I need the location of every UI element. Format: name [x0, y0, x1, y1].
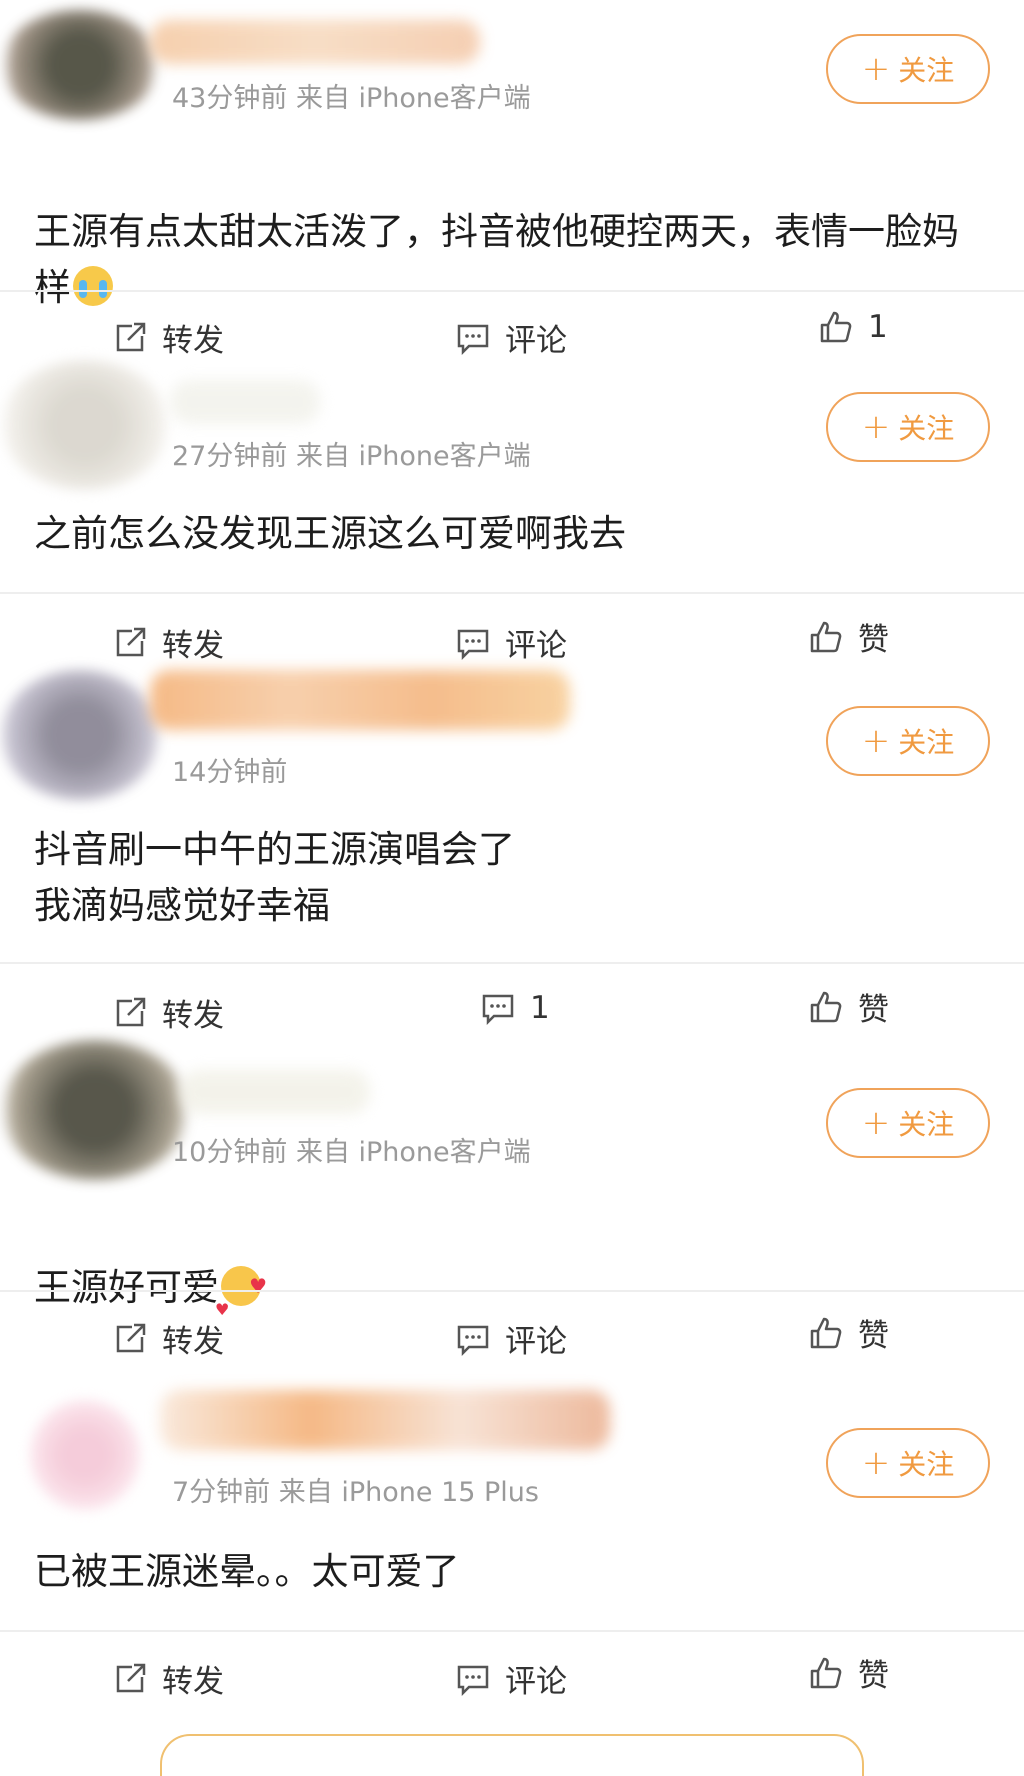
username-redacted[interactable] [180, 1070, 370, 1114]
post-text: 王源有点太甜太活泼了，抖音被他硬控两天，表情一脸妈样 [34, 210, 959, 309]
repost-icon [116, 1323, 146, 1352]
plus-icon: + [861, 721, 891, 761]
comment-button[interactable]: 评论 [455, 620, 567, 665]
avatar[interactable] [0, 360, 170, 490]
like-label: 赞 [858, 1658, 889, 1694]
comment-button[interactable]: 1 [480, 990, 550, 1026]
comment-icon [482, 994, 514, 1026]
post-content: 之前怎么没发现王源这么可爱啊我去 [34, 512, 626, 555]
follow-button[interactable]: + 关注 [826, 1428, 990, 1498]
like-label: 赞 [858, 992, 889, 1028]
username-redacted[interactable] [150, 20, 480, 64]
follow-button[interactable]: + 关注 [826, 34, 990, 104]
repost-button[interactable]: 转发 [112, 620, 224, 665]
like-button[interactable]: 赞 [808, 614, 889, 659]
action-bar: 转发 评论 赞 [0, 610, 1024, 670]
avatar[interactable] [30, 1400, 140, 1510]
follow-label: 关注 [898, 412, 955, 445]
post-meta: 43分钟前 来自 iPhone客户端 [172, 83, 531, 114]
post-meta: 10分钟前 来自 iPhone客户端 [172, 1137, 531, 1168]
repost-icon [116, 627, 146, 656]
avatar[interactable] [0, 670, 160, 800]
post-meta: 27分钟前 来自 iPhone客户端 [172, 441, 531, 472]
thumbs-up-icon [810, 1657, 842, 1688]
post-content: 已被王源迷晕。。太可爱了 [34, 1550, 460, 1593]
action-bar: 转发 评论 赞 [0, 1306, 1024, 1366]
like-label: 赞 [858, 622, 889, 658]
action-bar: 转发 1 赞 [0, 980, 1024, 1040]
smiling-face-with-hearts-icon [215, 1258, 267, 1338]
thumbs-up-icon [810, 621, 842, 652]
like-label: 赞 [858, 1318, 889, 1354]
comment-label: 评论 [505, 323, 567, 359]
repost-button[interactable]: 转发 [112, 315, 224, 360]
username-redacted[interactable] [170, 380, 320, 424]
avatar[interactable] [0, 1040, 190, 1180]
repost-button[interactable]: 转发 [112, 1316, 224, 1361]
comment-icon [457, 1325, 489, 1356]
repost-button[interactable]: 转发 [112, 1656, 224, 1701]
follow-button[interactable]: + 关注 [826, 392, 990, 462]
divider [0, 592, 1024, 594]
crying-face-icon [73, 266, 113, 306]
comment-icon [457, 1665, 489, 1696]
comment-label: 评论 [505, 1324, 567, 1360]
comment-label: 评论 [505, 628, 567, 664]
partial-button-cutoff[interactable] [160, 1734, 864, 1776]
plus-icon: + [861, 49, 891, 89]
divider [0, 1630, 1024, 1632]
username-redacted[interactable] [150, 670, 570, 730]
comment-icon [457, 324, 489, 355]
divider [0, 290, 1024, 292]
follow-button[interactable]: + 关注 [826, 1088, 990, 1158]
repost-label: 转发 [162, 628, 224, 664]
avatar[interactable] [0, 10, 160, 120]
post-meta: 7分钟前 来自 iPhone 15 Plus [172, 1477, 539, 1508]
repost-icon [116, 1663, 146, 1692]
like-label: 1 [868, 309, 888, 345]
divider [0, 1290, 1024, 1292]
post-content: 抖音刷一中午的王源演唱会了 我滴妈感觉好幸福 [34, 828, 515, 927]
follow-label: 关注 [898, 1448, 955, 1481]
username-redacted[interactable] [160, 1390, 610, 1450]
comment-button[interactable]: 评论 [455, 1656, 567, 1701]
repost-button[interactable]: 转发 [112, 990, 224, 1035]
comment-icon [457, 629, 489, 660]
like-button[interactable]: 赞 [808, 984, 889, 1029]
thumbs-up-icon [820, 311, 852, 343]
comment-label: 1 [530, 990, 550, 1026]
repost-icon [116, 322, 146, 351]
plus-icon: + [861, 407, 891, 447]
thumbs-up-icon [810, 991, 842, 1022]
post-text: 王源好可爱 [34, 1266, 219, 1309]
plus-icon: + [861, 1103, 891, 1143]
follow-label: 关注 [898, 1108, 955, 1141]
post-meta: 14分钟前 [172, 757, 288, 788]
comment-button[interactable]: 评论 [455, 1316, 567, 1361]
follow-label: 关注 [898, 726, 955, 759]
action-bar: 转发 评论 1 [0, 305, 1024, 365]
post-content: 王源好可爱 [34, 1204, 964, 1338]
plus-icon: + [861, 1443, 891, 1483]
repost-label: 转发 [162, 1664, 224, 1700]
repost-label: 转发 [162, 323, 224, 359]
repost-label: 转发 [162, 998, 224, 1034]
comment-button[interactable]: 评论 [455, 315, 567, 360]
like-button[interactable]: 赞 [808, 1650, 889, 1695]
like-button[interactable]: 1 [818, 309, 888, 345]
repost-icon [116, 997, 146, 1026]
divider [0, 962, 1024, 964]
action-bar: 转发 评论 赞 [0, 1646, 1024, 1706]
like-button[interactable]: 赞 [808, 1310, 889, 1355]
thumbs-up-icon [810, 1317, 842, 1348]
follow-button[interactable]: + 关注 [826, 706, 990, 776]
comment-label: 评论 [505, 1664, 567, 1700]
repost-label: 转发 [162, 1324, 224, 1360]
follow-label: 关注 [898, 54, 955, 87]
